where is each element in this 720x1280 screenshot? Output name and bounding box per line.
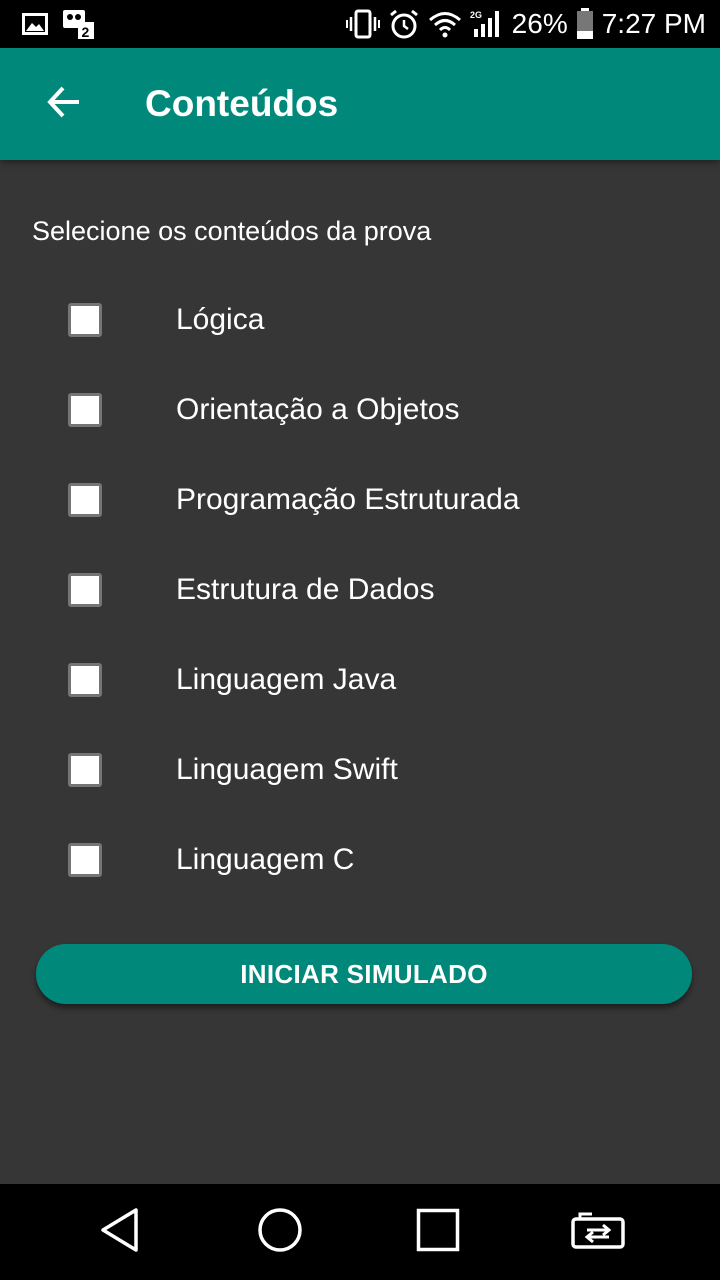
nav-recents-button[interactable] bbox=[408, 1202, 468, 1262]
battery-icon bbox=[576, 8, 594, 40]
option-label: Estrutura de Dados bbox=[176, 573, 435, 606]
battery-percent: 26% bbox=[511, 8, 568, 39]
instruction-text: Selecione os conteúdos da prova bbox=[32, 216, 432, 246]
option-logica[interactable]: Lógica bbox=[68, 289, 708, 351]
home-circle-icon bbox=[257, 1207, 303, 1258]
option-label: Linguagem C bbox=[176, 843, 355, 876]
checkbox[interactable] bbox=[68, 303, 102, 337]
option-label: Linguagem Java bbox=[176, 663, 397, 696]
checkbox[interactable] bbox=[68, 753, 102, 787]
vibrate-icon bbox=[345, 9, 380, 39]
sim-icon: 2 bbox=[62, 8, 96, 40]
alarm-icon bbox=[388, 8, 420, 40]
checkbox[interactable] bbox=[68, 843, 102, 877]
option-programacao-estruturada[interactable]: Programação Estruturada bbox=[68, 469, 708, 531]
option-linguagem-java[interactable]: Linguagem Java bbox=[68, 649, 708, 711]
option-label: Lógica bbox=[176, 303, 265, 336]
page-title: Conteúdos bbox=[145, 83, 339, 124]
option-linguagem-c[interactable]: Linguagem C bbox=[68, 829, 708, 891]
signal-icon: 2G bbox=[470, 9, 504, 39]
wifi-icon bbox=[428, 10, 462, 38]
recents-square-icon bbox=[416, 1208, 460, 1257]
clock: 7:27 PM bbox=[601, 8, 706, 39]
option-label: Programação Estruturada bbox=[176, 483, 520, 516]
status-bar: 2 2G 26% 7:27 PM bbox=[0, 0, 720, 48]
option-label: Orientação a Objetos bbox=[176, 393, 460, 426]
checkbox[interactable] bbox=[68, 393, 102, 427]
svg-text:2: 2 bbox=[82, 24, 90, 40]
network-type: 2G bbox=[470, 10, 482, 20]
option-orientacao-objetos[interactable]: Orientação a Objetos bbox=[68, 379, 708, 441]
nav-back-button[interactable] bbox=[90, 1202, 150, 1262]
start-simulation-button[interactable]: INICIAR SIMULADO bbox=[36, 944, 692, 1004]
back-triangle-icon bbox=[98, 1207, 142, 1258]
app-bar: Conteúdos bbox=[0, 48, 720, 160]
option-linguagem-swift[interactable]: Linguagem Swift bbox=[68, 739, 708, 801]
image-icon bbox=[22, 11, 48, 37]
switch-sim-icon bbox=[570, 1210, 626, 1255]
navigation-bar bbox=[0, 1184, 720, 1280]
option-label: Linguagem Swift bbox=[176, 753, 398, 786]
nav-switch-sim-button[interactable] bbox=[568, 1202, 628, 1262]
back-button[interactable] bbox=[30, 78, 98, 130]
checkbox[interactable] bbox=[68, 663, 102, 697]
checkbox[interactable] bbox=[68, 573, 102, 607]
option-estrutura-dados[interactable]: Estrutura de Dados bbox=[68, 559, 708, 621]
arrow-back-icon bbox=[46, 84, 82, 125]
checkbox[interactable] bbox=[68, 483, 102, 517]
nav-home-button[interactable] bbox=[250, 1202, 310, 1262]
